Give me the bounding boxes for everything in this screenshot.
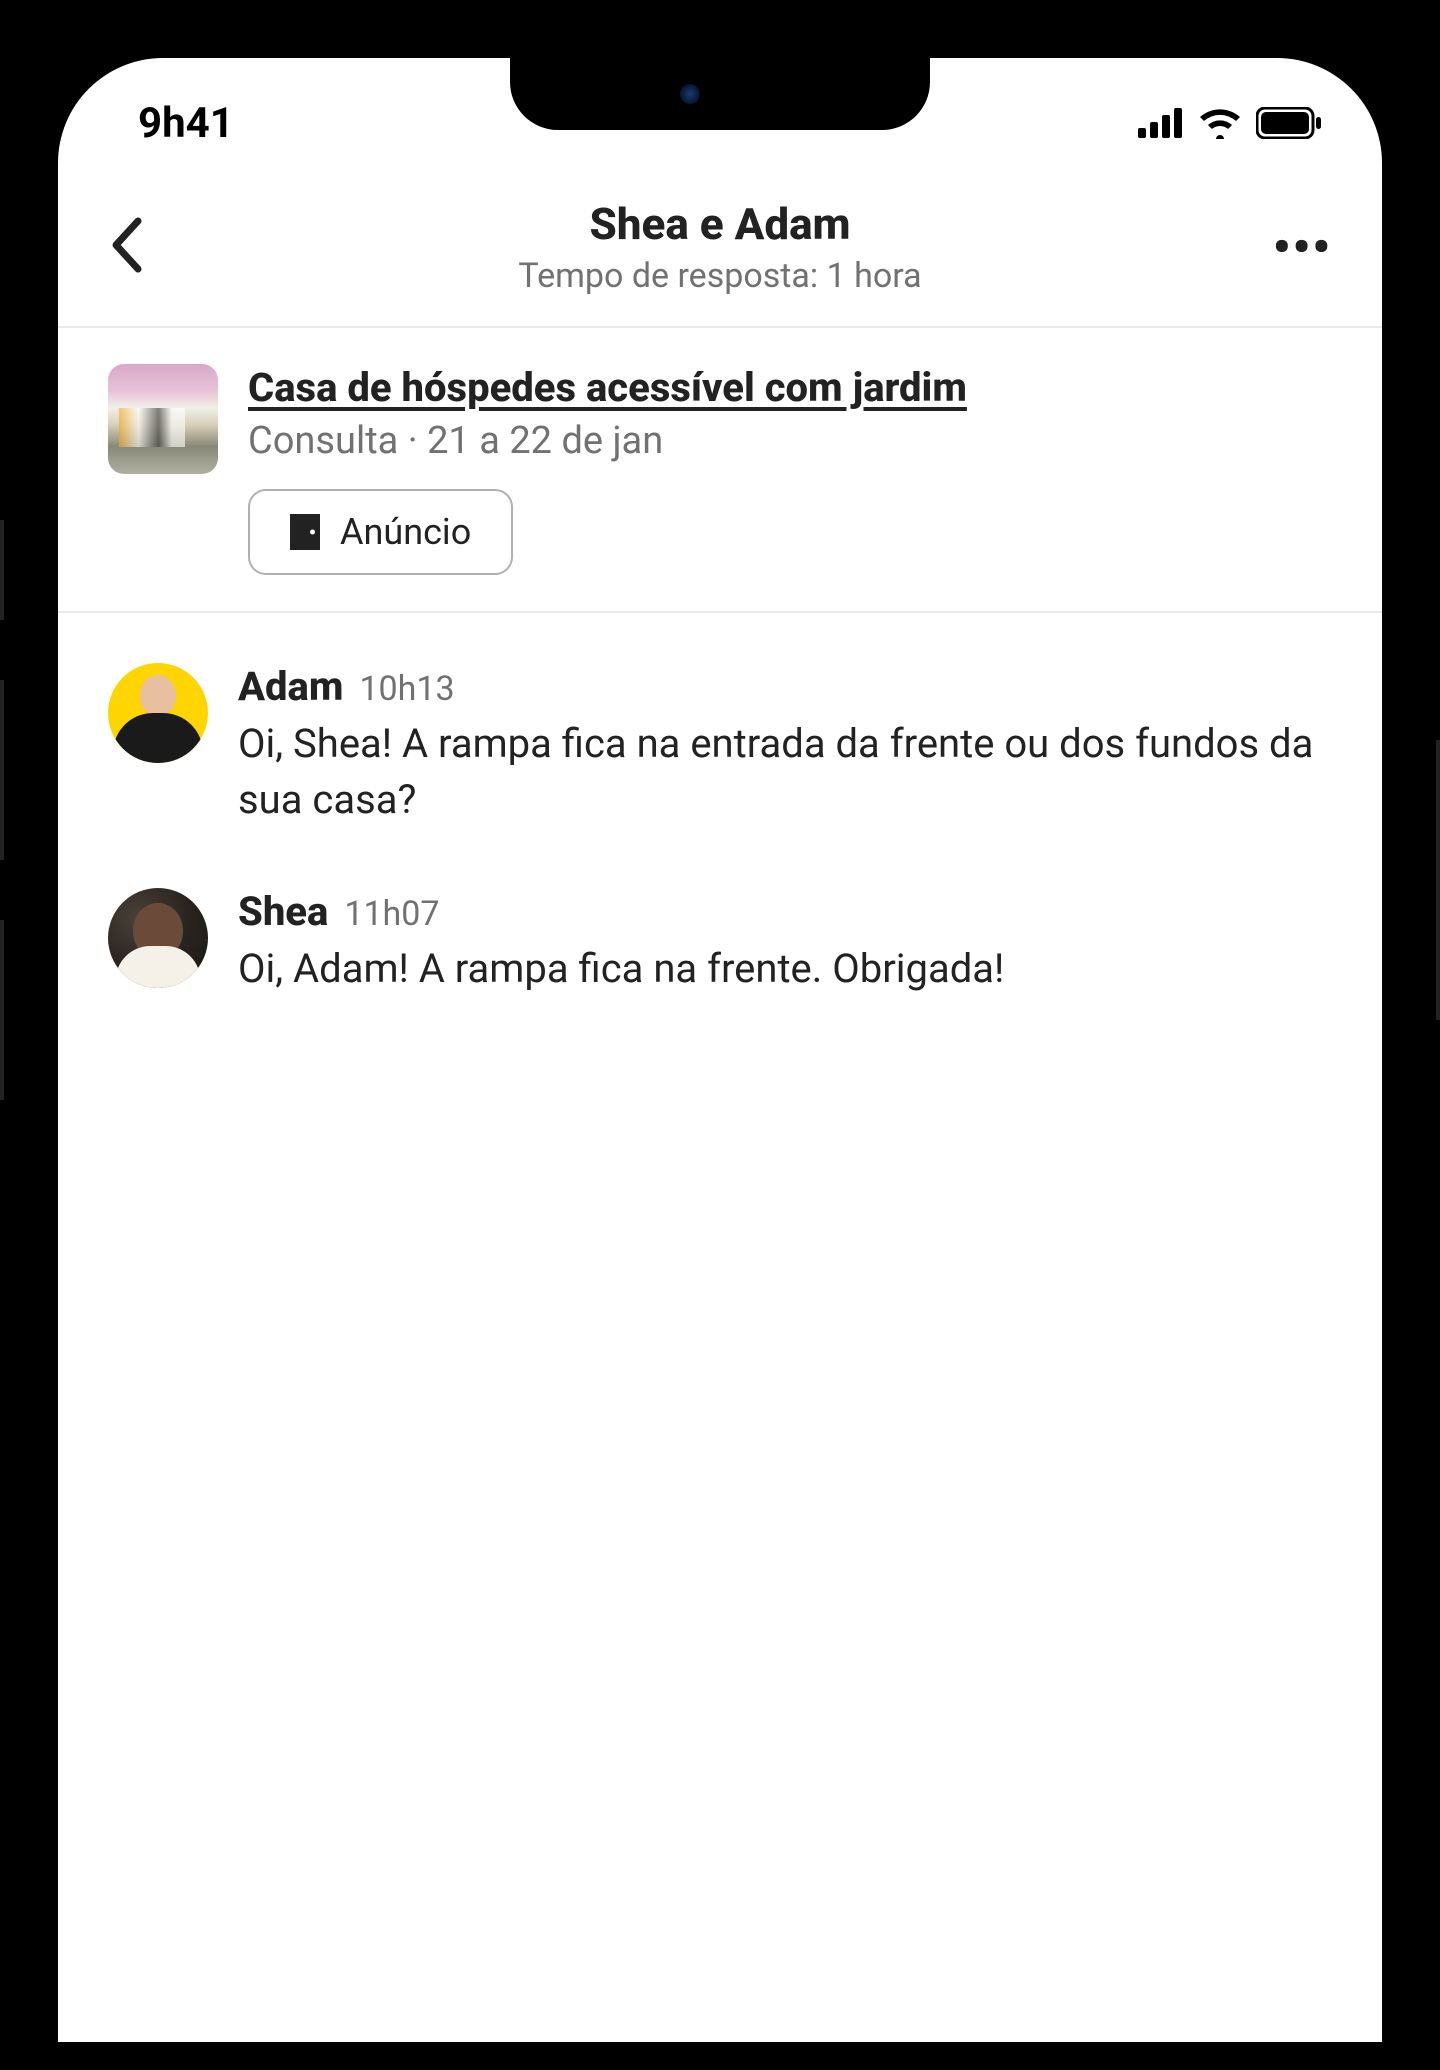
phone-side-button	[0, 520, 4, 620]
screen: 9h41 Shea e Ad	[58, 58, 1382, 2042]
phone-body: 9h41 Shea e Ad	[30, 30, 1410, 2070]
back-button[interactable]	[108, 217, 144, 277]
front-camera	[680, 84, 700, 104]
listing-meta: Consulta · 21 a 22 de jan	[248, 419, 1332, 463]
door-icon	[290, 514, 320, 550]
message-header: Shea 11h07	[238, 888, 1332, 935]
conversation-title: Shea e Adam	[108, 198, 1332, 250]
header-center: Shea e Adam Tempo de resposta: 1 hora	[108, 198, 1332, 296]
response-time: Tempo de resposta: 1 hora	[108, 256, 1332, 296]
message-header: Adam 10h13	[238, 663, 1332, 710]
meta-separator: ·	[398, 419, 427, 463]
message-content: Adam 10h13 Oi, Shea! A rampa fica na ent…	[238, 663, 1332, 828]
avatar[interactable]	[108, 888, 208, 988]
status-icons	[1138, 107, 1322, 139]
listing-status: Consulta	[248, 419, 398, 463]
phone-volume-down	[0, 920, 4, 1100]
phone-power-button	[1436, 740, 1440, 1020]
listing-button[interactable]: Anúncio	[248, 489, 513, 575]
avatar[interactable]	[108, 663, 208, 763]
listing-title-link[interactable]: Casa de hóspedes acessível com jardim	[248, 364, 1332, 411]
message-list: Adam 10h13 Oi, Shea! A rampa fica na ent…	[58, 613, 1382, 1107]
chevron-left-icon	[108, 217, 144, 273]
phone-volume-up	[0, 680, 4, 860]
listing-info: Casa de hóspedes acessível com jardim Co…	[248, 364, 1332, 575]
status-time: 9h41	[138, 99, 234, 148]
cellular-signal-icon	[1138, 108, 1184, 138]
more-horizontal-icon: •••	[1273, 219, 1332, 276]
message-author: Adam	[238, 663, 343, 710]
message-author: Shea	[238, 888, 328, 935]
phone-notch	[510, 58, 930, 130]
message-time: 10h13	[359, 669, 454, 709]
message-time: 11h07	[344, 894, 439, 934]
nav-header: Shea e Adam Tempo de resposta: 1 hora ••…	[58, 168, 1382, 328]
message-item: Adam 10h13 Oi, Shea! A rampa fica na ent…	[108, 663, 1332, 828]
message-text: Oi, Shea! A rampa fica na entrada da fre…	[238, 716, 1332, 828]
message-text: Oi, Adam! A rampa fica na frente. Obriga…	[238, 941, 1332, 997]
wifi-icon	[1198, 107, 1242, 139]
more-options-button[interactable]: •••	[1273, 219, 1332, 276]
battery-icon	[1256, 107, 1322, 139]
message-item: Shea 11h07 Oi, Adam! A rampa fica na fre…	[108, 888, 1332, 997]
listing-section: Casa de hóspedes acessível com jardim Co…	[58, 328, 1382, 613]
message-content: Shea 11h07 Oi, Adam! A rampa fica na fre…	[238, 888, 1332, 997]
phone-frame: 9h41 Shea e Ad	[0, 0, 1440, 2070]
listing-thumbnail[interactable]	[108, 364, 218, 474]
listing-dates: 21 a 22 de jan	[427, 419, 663, 463]
listing-button-label: Anúncio	[340, 511, 471, 553]
